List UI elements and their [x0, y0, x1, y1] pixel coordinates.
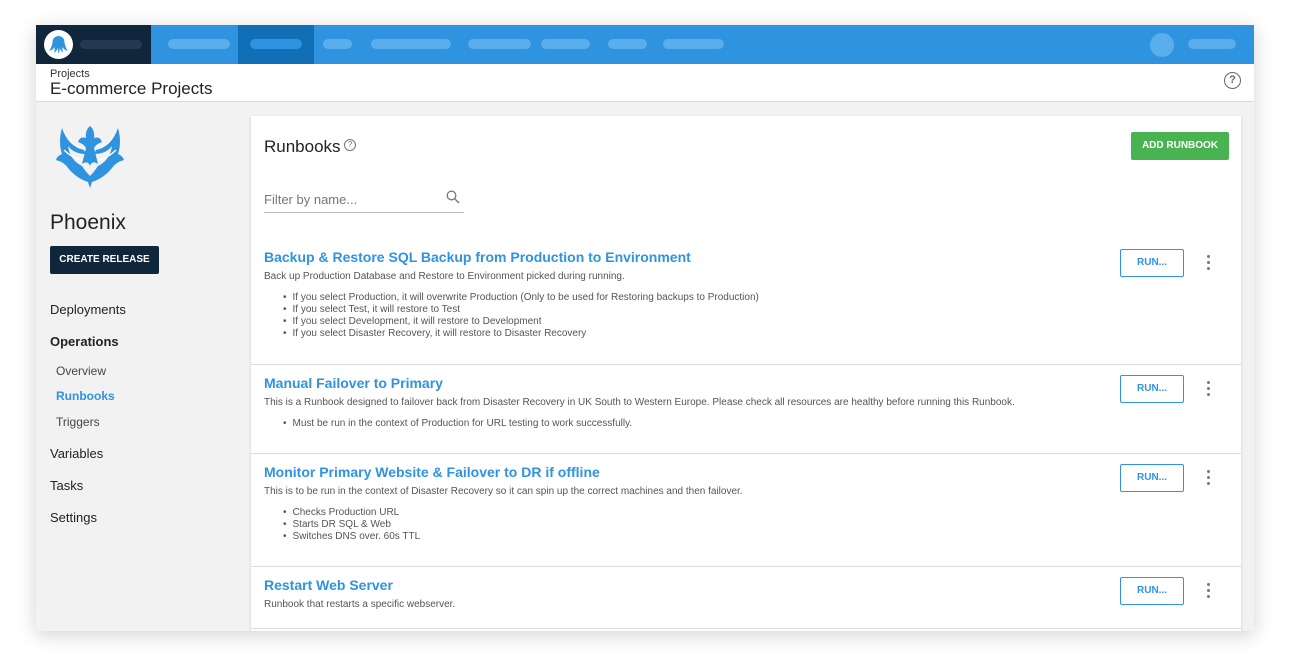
project-name: Phoenix: [50, 211, 126, 234]
sidebar-item-deployments[interactable]: Deployments: [50, 302, 126, 317]
run-button[interactable]: RUN...: [1120, 464, 1184, 492]
runbook-description: Back up Production Database and Restore …: [264, 271, 625, 282]
more-options-icon[interactable]: [1202, 470, 1214, 488]
nav-item-projects-active[interactable]: [238, 25, 314, 64]
list-item: If you select Test, it will restore to T…: [283, 304, 759, 316]
section-title: Runbooks: [264, 137, 341, 156]
sidebar-item-settings[interactable]: Settings: [50, 510, 97, 525]
sidebar-item-overview[interactable]: Overview: [56, 364, 106, 378]
list-item: If you select Disaster Recovery, it will…: [283, 328, 759, 340]
nav-item-dashboard[interactable]: [168, 39, 230, 49]
runbook-card: Backup & Restore SQL Backup from Product…: [251, 239, 1241, 365]
list-item: Switches DNS over. 60s TTL: [283, 531, 421, 543]
search-icon[interactable]: [446, 190, 460, 204]
sidebar-item-triggers[interactable]: Triggers: [56, 415, 100, 429]
run-button[interactable]: RUN...: [1120, 375, 1184, 403]
runbook-title[interactable]: Manual Failover to Primary: [264, 375, 443, 391]
list-item: Checks Production URL: [283, 507, 420, 519]
runbook-title[interactable]: Monitor Primary Website & Failover to DR…: [264, 464, 600, 480]
filter-input[interactable]: [264, 189, 434, 209]
nav-item-tasks[interactable]: [323, 39, 352, 49]
run-button[interactable]: RUN...: [1120, 249, 1184, 277]
org-name-redacted: [80, 40, 142, 49]
nav-item-tenants[interactable]: [468, 39, 531, 49]
nav-item-configuration[interactable]: [608, 39, 647, 49]
top-nav-bar: [36, 25, 1254, 64]
app-window: Projects E-commerce Projects ? Phoenix C…: [36, 25, 1254, 631]
sidebar-item-operations[interactable]: Operations: [50, 334, 119, 349]
runbooks-panel: Runbooks ? ADD RUNBOOK Backup & Restore …: [251, 116, 1241, 631]
project-sidebar: Phoenix CREATE RELEASE Deployments Opera…: [36, 103, 251, 631]
list-item: If you select Production, it will overwr…: [283, 292, 759, 304]
create-release-button[interactable]: CREATE RELEASE: [50, 246, 159, 274]
nav-item-library[interactable]: [541, 39, 590, 49]
octopus-logo-icon: [44, 30, 73, 59]
nav-item-infrastructure[interactable]: [371, 39, 451, 49]
run-button[interactable]: RUN...: [1120, 577, 1184, 605]
sidebar-item-tasks[interactable]: Tasks: [50, 478, 83, 493]
runbook-title[interactable]: Backup & Restore SQL Backup from Product…: [264, 249, 691, 265]
nav-item-label-redacted: [250, 39, 302, 49]
page-title: E-commerce Projects: [50, 79, 213, 98]
list-item: Must be run in the context of Production…: [283, 418, 633, 430]
project-header: Projects E-commerce Projects ?: [36, 64, 1254, 102]
help-icon[interactable]: ?: [344, 139, 356, 151]
user-avatar[interactable]: [1150, 33, 1174, 57]
sidebar-item-variables[interactable]: Variables: [50, 446, 103, 461]
runbook-card: Manual Failover to Primary This is a Run…: [251, 365, 1241, 454]
runbook-title[interactable]: Restart Web Server: [264, 577, 393, 593]
list-item: Starts DR SQL & Web: [283, 519, 420, 531]
more-options-icon[interactable]: [1202, 583, 1214, 601]
runbook-description: Runbook that restarts a specific webserv…: [264, 599, 456, 610]
runbook-notes: Checks Production URL Starts DR SQL & We…: [283, 507, 421, 543]
nav-item-more[interactable]: [663, 39, 724, 49]
sidebar-item-runbooks[interactable]: Runbooks: [56, 389, 115, 403]
runbook-card: Monitor Primary Website & Failover to DR…: [251, 454, 1241, 567]
add-runbook-button[interactable]: ADD RUNBOOK: [1131, 132, 1229, 160]
more-options-icon[interactable]: [1202, 255, 1214, 273]
runbook-notes: If you select Production, it will overwr…: [283, 292, 759, 340]
org-switcher[interactable]: [36, 25, 151, 64]
phoenix-logo-icon: [56, 126, 124, 188]
filter-field: [264, 186, 464, 213]
user-name-redacted[interactable]: [1188, 39, 1236, 49]
runbook-card: Restart Web Server Runbook that restarts…: [251, 567, 1241, 629]
runbook-description: This is a Runbook designed to failover b…: [264, 397, 1015, 408]
help-icon[interactable]: ?: [1224, 72, 1241, 89]
runbook-notes: Must be run in the context of Production…: [283, 418, 633, 430]
runbook-description: This is to be run in the context of Disa…: [264, 486, 743, 497]
more-options-icon[interactable]: [1202, 381, 1214, 399]
list-item: If you select Development, it will resto…: [283, 316, 759, 328]
